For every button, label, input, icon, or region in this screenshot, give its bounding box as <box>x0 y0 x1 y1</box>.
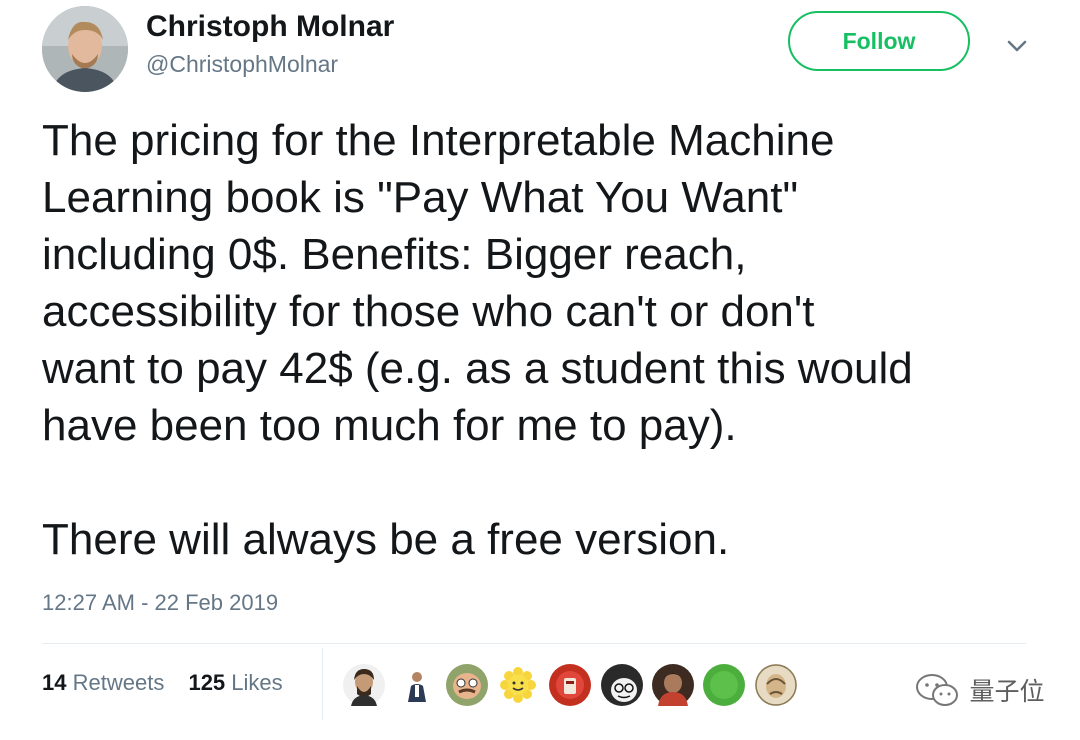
tweet-text: The pricing for the Interpretable Machin… <box>42 116 913 564</box>
liker-avatar-3[interactable] <box>446 664 488 706</box>
liker-avatar-7[interactable] <box>652 664 694 706</box>
likes-label: Likes <box>231 670 283 695</box>
liker-avatar-8[interactable] <box>703 664 745 706</box>
retweets-count: 14 <box>42 670 67 695</box>
likes-stat[interactable]: 125 Likes <box>188 670 282 696</box>
author-display-name[interactable]: Christoph Molnar <box>146 10 394 44</box>
follow-button[interactable]: Follow <box>788 11 970 71</box>
stats-divider <box>322 648 323 720</box>
liker-avatar-6[interactable] <box>601 664 643 706</box>
retweets-stat[interactable]: 14 Retweets <box>42 670 164 696</box>
tweet-stats: 14 Retweets 125 Likes <box>42 670 301 696</box>
author-avatar-image <box>42 6 128 92</box>
tweet-timestamp[interactable]: 12:27 AM - 22 Feb 2019 <box>42 590 278 616</box>
chevron-down-icon[interactable] <box>1004 36 1030 56</box>
author-avatar[interactable] <box>42 6 128 92</box>
liker-avatar-4[interactable] <box>497 664 539 706</box>
liker-avatar-5[interactable] <box>549 664 591 706</box>
liker-avatar-1[interactable] <box>343 664 385 706</box>
divider <box>42 643 1026 644</box>
author-handle[interactable]: @ChristophMolnar <box>146 51 338 78</box>
watermark-text: 量子位 <box>969 678 1045 706</box>
liker-avatar-2[interactable] <box>397 664 439 706</box>
likes-count: 125 <box>188 670 226 695</box>
liker-avatar-9[interactable] <box>755 664 797 706</box>
retweets-label: Retweets <box>72 670 165 695</box>
watermark: 量子位 <box>915 672 1044 712</box>
wechat-icon <box>916 674 958 706</box>
